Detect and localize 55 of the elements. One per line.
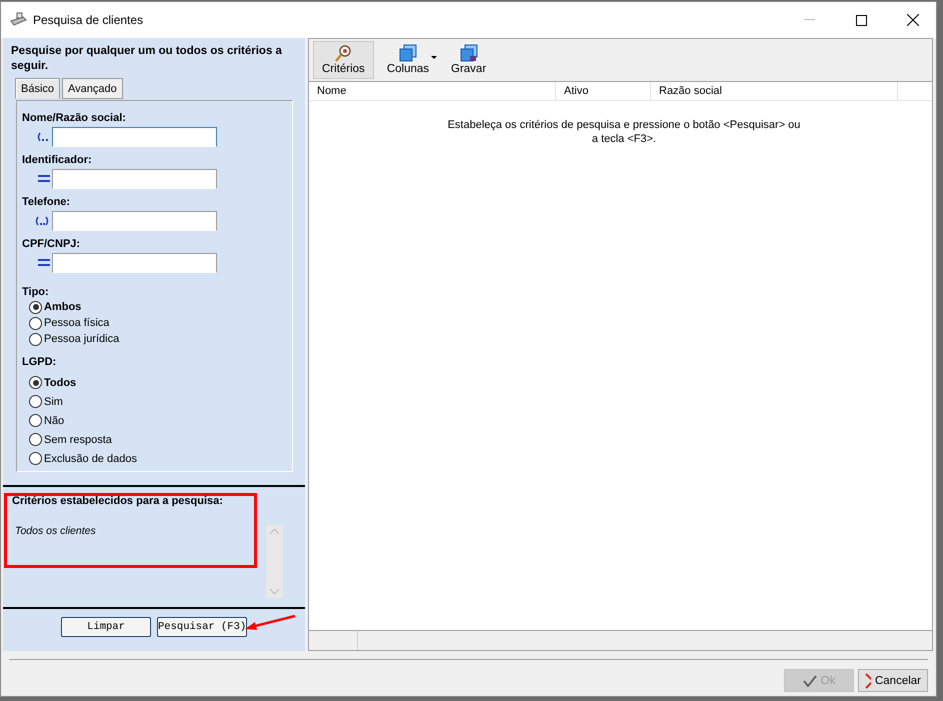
column-header[interactable]: Razão social — [651, 82, 898, 100]
column-header[interactable]: Nome — [309, 82, 556, 100]
radio-button[interactable] — [29, 433, 42, 446]
tab[interactable]: Avançado — [62, 78, 123, 99]
group-label: Tipo: — [22, 285, 50, 299]
field-label: CPF/CNPJ: — [22, 237, 82, 251]
equals-match-icon — [38, 175, 50, 183]
radio-label: Todos — [44, 376, 76, 388]
arrow-annotation — [245, 614, 297, 632]
window-title: Pesquisa de clientes — [33, 13, 144, 27]
input-field[interactable] — [52, 253, 217, 273]
radio-button[interactable] — [29, 414, 42, 427]
radio-button[interactable] — [29, 316, 42, 330]
radio-label: Sim — [44, 396, 63, 408]
toolbar-button[interactable]: Gravar — [442, 41, 496, 79]
radio-label: Pessoa jurídica — [44, 333, 120, 345]
radio-label: Pessoa física — [44, 317, 110, 329]
save-icon — [460, 44, 478, 62]
radio-label: Sem resposta — [44, 434, 112, 446]
around-match-icon — [34, 216, 50, 226]
input-field[interactable] — [52, 211, 217, 231]
toolbar-button[interactable]: Critérios — [313, 41, 374, 79]
contains-match-icon — [36, 132, 50, 142]
field-label: Nome/Razão social: — [22, 111, 127, 125]
action-button[interactable]: Limpar — [61, 617, 151, 637]
criteria-title: Critérios estabelecidos para a pesquisa: — [12, 495, 224, 507]
field-label: Telefone: — [22, 195, 72, 209]
action-button[interactable]: Pesquisar (F3) — [157, 617, 247, 637]
cash-register-icon — [9, 12, 27, 28]
radio-label: Ambos — [44, 301, 82, 313]
radio-button[interactable] — [29, 332, 42, 346]
radio-label: Exclusão de dados — [44, 452, 137, 464]
input-field[interactable] — [52, 127, 217, 147]
close-icon[interactable] — [907, 14, 919, 26]
column-header[interactable]: Ativo — [556, 82, 651, 100]
group-label: LGPD: — [22, 355, 58, 369]
input-field[interactable] — [52, 169, 217, 189]
radio-button[interactable] — [29, 395, 42, 408]
toolbar-button[interactable]: Colunas — [378, 41, 438, 79]
radio-button[interactable] — [29, 376, 42, 389]
search-icon — [334, 44, 352, 62]
cancel-button[interactable]: Cancelar — [858, 669, 928, 692]
radio-button[interactable] — [29, 300, 42, 314]
maximize-icon[interactable] — [856, 14, 866, 26]
close-icon — [865, 672, 871, 688]
equals-match-icon — [38, 259, 50, 267]
tab[interactable]: Básico — [15, 78, 60, 99]
panel-heading: Pesquise por qualquer um ou todos os critérios a seguir. — [10, 44, 283, 74]
windows-icon — [398, 44, 417, 62]
checkmark-icon — [802, 674, 817, 686]
empty-message: Estabeleça os critérios de pesquisa e pressione o botão <Pesquisar> ou a tecla <F3>. — [446, 118, 802, 146]
radio-button[interactable] — [29, 452, 42, 465]
field-label: Identificador: — [22, 153, 93, 167]
radio-label: Não — [44, 414, 64, 426]
criteria-text: Todos os clientes — [15, 525, 97, 537]
